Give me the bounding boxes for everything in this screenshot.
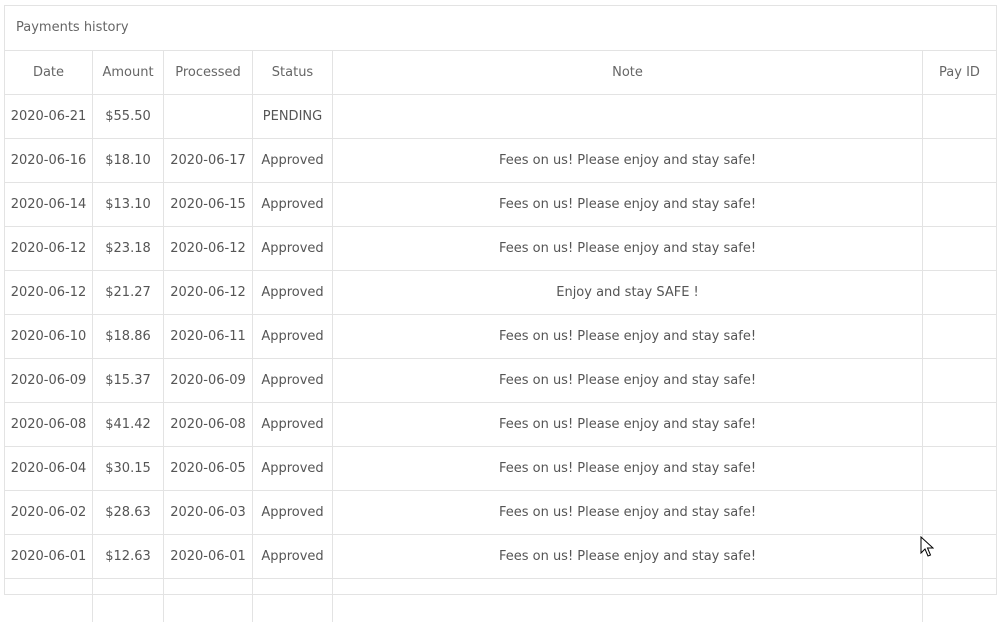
- cell-processed: [164, 95, 253, 139]
- table-body: 2020-06-21 $55.50 PENDING 2020-06-16 $18…: [5, 95, 996, 622]
- column-header-date[interactable]: Date: [5, 51, 93, 95]
- column-header-status[interactable]: Status: [253, 51, 333, 95]
- cell-status: Approved: [253, 271, 333, 315]
- table-row: 2020-06-02 $28.63 2020-06-03 Approved Fe…: [5, 491, 996, 535]
- cell-pay-id: [923, 227, 997, 271]
- cell-pay-id: [923, 139, 997, 183]
- cell-amount: [93, 579, 164, 622]
- table-row: 2020-06-21 $55.50 PENDING: [5, 95, 996, 139]
- cell-processed: 2020-06-12: [164, 227, 253, 271]
- cell-status: Approved: [253, 491, 333, 535]
- cell-amount: $23.18: [93, 227, 164, 271]
- cell-amount: $28.63: [93, 491, 164, 535]
- cell-amount: $21.27: [93, 271, 164, 315]
- cell-date: 2020-06-14: [5, 183, 93, 227]
- cell-pay-id: [923, 447, 997, 491]
- cell-note: [333, 95, 923, 139]
- cell-status: [253, 579, 333, 622]
- cell-note: [333, 579, 923, 622]
- cell-pay-id: [923, 183, 997, 227]
- cell-date: 2020-06-21: [5, 95, 93, 139]
- cell-amount: $41.42: [93, 403, 164, 447]
- payments-table: Date Amount Processed Status Note Pay ID…: [5, 51, 996, 622]
- cell-date: 2020-06-10: [5, 315, 93, 359]
- table-header-row: Date Amount Processed Status Note Pay ID: [5, 51, 996, 95]
- cell-date: 2020-06-08: [5, 403, 93, 447]
- cell-processed: 2020-06-09: [164, 359, 253, 403]
- cell-amount: $30.15: [93, 447, 164, 491]
- cell-pay-id: [923, 359, 997, 403]
- cell-note: Fees on us! Please enjoy and stay safe!: [333, 139, 923, 183]
- cell-note: Fees on us! Please enjoy and stay safe!: [333, 491, 923, 535]
- cell-date: 2020-06-12: [5, 227, 93, 271]
- cell-date: 2020-06-02: [5, 491, 93, 535]
- cell-note: Fees on us! Please enjoy and stay safe!: [333, 403, 923, 447]
- cell-amount: $18.10: [93, 139, 164, 183]
- cell-date: 2020-06-16: [5, 139, 93, 183]
- payments-history-panel: Payments history Date Amount Processed S…: [4, 5, 997, 595]
- cell-status: Approved: [253, 403, 333, 447]
- cell-status: Approved: [253, 535, 333, 579]
- cell-amount: $55.50: [93, 95, 164, 139]
- cell-pay-id: [923, 491, 997, 535]
- cell-pay-id: [923, 403, 997, 447]
- cell-processed: 2020-06-01: [164, 535, 253, 579]
- cell-date: 2020-06-12: [5, 271, 93, 315]
- cell-amount: $13.10: [93, 183, 164, 227]
- cell-processed: 2020-06-11: [164, 315, 253, 359]
- cell-note: Fees on us! Please enjoy and stay safe!: [333, 227, 923, 271]
- table-row: [5, 579, 996, 622]
- cell-pay-id: [923, 315, 997, 359]
- table-row: 2020-06-04 $30.15 2020-06-05 Approved Fe…: [5, 447, 996, 491]
- panel-title: Payments history: [5, 6, 996, 51]
- cell-processed: 2020-06-05: [164, 447, 253, 491]
- cell-processed: [164, 579, 253, 622]
- cell-pay-id: [923, 271, 997, 315]
- cell-status: Approved: [253, 139, 333, 183]
- table-row: 2020-06-10 $18.86 2020-06-11 Approved Fe…: [5, 315, 996, 359]
- mouse-pointer-icon: [920, 536, 934, 558]
- cell-processed: 2020-06-15: [164, 183, 253, 227]
- column-header-processed[interactable]: Processed: [164, 51, 253, 95]
- table-row: 2020-06-08 $41.42 2020-06-08 Approved Fe…: [5, 403, 996, 447]
- cell-pay-id: [923, 579, 997, 622]
- cell-status: Approved: [253, 227, 333, 271]
- cell-amount: $18.86: [93, 315, 164, 359]
- cell-amount: $12.63: [93, 535, 164, 579]
- cell-note: Fees on us! Please enjoy and stay safe!: [333, 535, 923, 579]
- table-row: 2020-06-01 $12.63 2020-06-01 Approved Fe…: [5, 535, 996, 579]
- cell-status: PENDING: [253, 95, 333, 139]
- cell-pay-id: [923, 95, 997, 139]
- cell-note: Fees on us! Please enjoy and stay safe!: [333, 183, 923, 227]
- cell-note: Fees on us! Please enjoy and stay safe!: [333, 315, 923, 359]
- cell-date: 2020-06-04: [5, 447, 93, 491]
- table-row: 2020-06-16 $18.10 2020-06-17 Approved Fe…: [5, 139, 996, 183]
- cell-status: Approved: [253, 315, 333, 359]
- cell-note: Fees on us! Please enjoy and stay safe!: [333, 359, 923, 403]
- cell-status: Approved: [253, 359, 333, 403]
- table-row: 2020-06-09 $15.37 2020-06-09 Approved Fe…: [5, 359, 996, 403]
- column-header-pay-id[interactable]: Pay ID: [923, 51, 997, 95]
- cell-note: Enjoy and stay SAFE !: [333, 271, 923, 315]
- cell-note: Fees on us! Please enjoy and stay safe!: [333, 447, 923, 491]
- cell-processed: 2020-06-17: [164, 139, 253, 183]
- cell-date: 2020-06-01: [5, 535, 93, 579]
- cell-status: Approved: [253, 183, 333, 227]
- cell-processed: 2020-06-03: [164, 491, 253, 535]
- table-row: 2020-06-14 $13.10 2020-06-15 Approved Fe…: [5, 183, 996, 227]
- cell-processed: 2020-06-08: [164, 403, 253, 447]
- column-header-amount[interactable]: Amount: [93, 51, 164, 95]
- cell-date: 2020-06-09: [5, 359, 93, 403]
- cell-date: [5, 579, 93, 622]
- table-row: 2020-06-12 $21.27 2020-06-12 Approved En…: [5, 271, 996, 315]
- cell-status: Approved: [253, 447, 333, 491]
- cell-amount: $15.37: [93, 359, 164, 403]
- column-header-note[interactable]: Note: [333, 51, 923, 95]
- cell-processed: 2020-06-12: [164, 271, 253, 315]
- table-row: 2020-06-12 $23.18 2020-06-12 Approved Fe…: [5, 227, 996, 271]
